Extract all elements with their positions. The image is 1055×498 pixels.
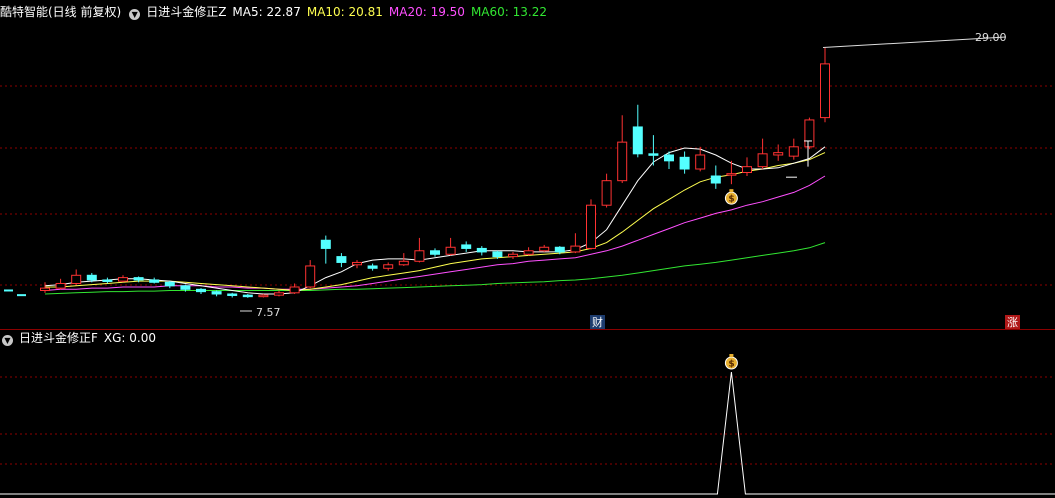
candle [242, 294, 253, 298]
candle [367, 265, 378, 269]
candle [180, 285, 191, 290]
candle [414, 250, 425, 262]
ma10-line [45, 152, 826, 292]
candle [352, 261, 362, 266]
high-price-label: 29.00 [975, 31, 1007, 44]
candle [695, 154, 706, 170]
candle [320, 239, 331, 249]
candle [71, 274, 82, 284]
candle [726, 173, 737, 176]
candle [554, 246, 565, 253]
candle [461, 244, 472, 249]
svg-text:$: $ [728, 360, 734, 370]
candle [773, 152, 784, 156]
candle [632, 126, 643, 155]
candle [601, 180, 612, 206]
candle [570, 245, 581, 253]
candle [398, 260, 409, 266]
candle [289, 286, 300, 294]
candle [586, 204, 596, 249]
candle [211, 291, 222, 295]
candle [492, 251, 503, 258]
money-bag-icon: $ [724, 354, 738, 370]
candle [679, 156, 690, 170]
candle [102, 279, 113, 282]
low-price-label: 7.57 [256, 306, 281, 319]
candle [305, 265, 316, 288]
candle [4, 289, 13, 292]
candle [149, 279, 160, 283]
candle [86, 274, 97, 281]
finance-badge-label: 财 [592, 315, 603, 329]
xg-signal-line [0, 371, 1055, 495]
candle [648, 153, 659, 156]
candle [55, 282, 66, 289]
candle [820, 63, 830, 119]
candle [133, 277, 144, 281]
candle [476, 247, 487, 253]
candle [664, 154, 674, 162]
candle [445, 246, 456, 255]
ma5-line [44, 146, 826, 295]
candle [742, 166, 752, 174]
candle [710, 175, 721, 184]
candle [258, 294, 269, 298]
candle [227, 293, 238, 296]
candle [196, 288, 206, 293]
ma20-line [44, 175, 826, 291]
candle [118, 277, 128, 282]
candle [539, 246, 550, 252]
svg-text:$: $ [728, 195, 734, 205]
candle [788, 146, 799, 157]
candle [383, 264, 394, 269]
candle [430, 250, 440, 255]
candle [523, 250, 534, 255]
candle [508, 253, 518, 258]
candle [274, 292, 284, 296]
limit-up-badge-label: 涨 [1007, 316, 1018, 329]
candle [336, 256, 347, 263]
kline-chart[interactable]: $ $ 29.00 7.57 财 涨 [0, 0, 1055, 498]
candle [617, 141, 628, 182]
candle [757, 153, 768, 168]
candle [804, 119, 815, 148]
candle [40, 287, 50, 291]
candle [164, 281, 175, 287]
candle [17, 294, 26, 297]
money-bag-icon: $ [724, 189, 738, 205]
